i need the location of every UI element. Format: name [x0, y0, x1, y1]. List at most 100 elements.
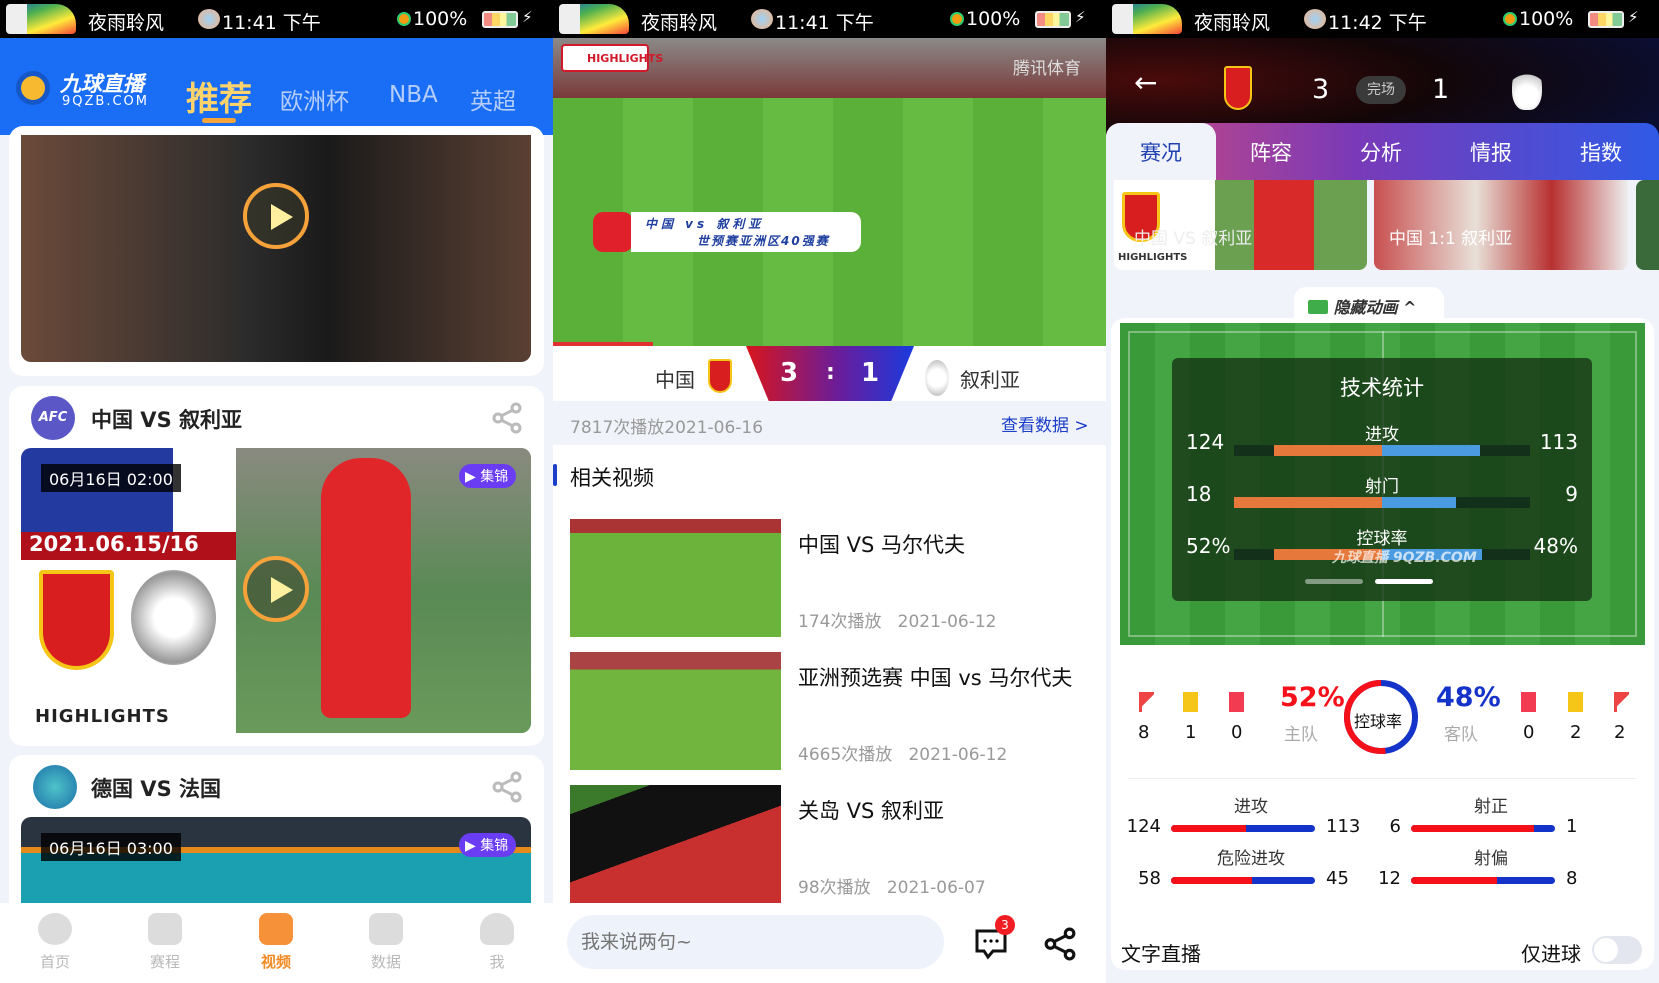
nav-home[interactable]: 首页	[20, 913, 90, 972]
video-player[interactable]: HIGHLIGHTS 腾讯体育 中国 vs 叙利亚 世预赛亚洲区40强赛	[553, 38, 1106, 346]
player-figure	[1254, 180, 1314, 270]
tab-match-status[interactable]: 赛况	[1106, 123, 1216, 180]
video-detail-screen: 夜雨聆风 11:41 下午 100% ⚡ HIGHLIGHTS 腾讯体育 中国 …	[553, 0, 1106, 983]
highlight-thumb[interactable]: HIGHLIGHTS 中国 VS 叙利亚	[1114, 180, 1367, 270]
away-yellow: 2	[1570, 722, 1582, 743]
share-icon[interactable]	[491, 771, 523, 803]
highlight-thumb[interactable]	[1636, 180, 1659, 270]
related-videos-title: 相关视频	[570, 466, 654, 490]
tab-analysis[interactable]: 分析	[1326, 137, 1436, 167]
video-thumbnail[interactable]: 06月16日 03:00 ▶ 集锦	[21, 817, 531, 917]
nav-label: 首页	[39, 953, 70, 971]
comment-input[interactable]	[567, 915, 944, 969]
data-icon	[369, 913, 403, 945]
text-live-title: 文字直播	[1121, 942, 1201, 966]
video-icon	[259, 913, 293, 945]
play-icon[interactable]	[243, 556, 309, 622]
tab-intel[interactable]: 情报	[1436, 137, 1546, 167]
battery-percent: 100%	[413, 8, 468, 30]
comparison-bar-home	[1411, 825, 1535, 832]
away-label: 客队	[1444, 725, 1478, 745]
nav-label: 我	[489, 953, 505, 971]
carrier-name: 夜雨聆风	[88, 12, 165, 34]
comparison-bar-home	[1171, 825, 1247, 832]
charging-icon: ⚡	[522, 8, 533, 26]
video-thumbnail[interactable]	[570, 519, 781, 637]
page-dot-active[interactable]	[1375, 579, 1433, 584]
share-icon[interactable]	[491, 402, 523, 434]
tech-stats-title: 技术统计	[1340, 376, 1424, 400]
nav-me[interactable]: 我	[462, 913, 532, 972]
battery-icon	[1588, 11, 1624, 28]
highlight-thumb[interactable]: 中国 1:1 叙利亚	[1374, 180, 1628, 270]
card-title[interactable]: 中国 VS 叙利亚	[91, 404, 242, 434]
clock: 11:41 下午	[775, 12, 874, 34]
play-icon[interactable]	[243, 183, 309, 249]
broadcaster-watermark: 腾讯体育	[1013, 59, 1081, 79]
yellow-card-icon	[1568, 692, 1583, 712]
video-thumbnail[interactable]: 2021.06.15/16 HIGHLIGHTS 06月16日 02:00 ▶ …	[21, 448, 531, 733]
balloon-icon	[198, 9, 220, 29]
overlay-date: 2021.06.15/16	[21, 532, 236, 560]
video-thumbnail[interactable]	[570, 785, 781, 903]
stat-home-value: 18	[1186, 482, 1212, 506]
tab-premier-league[interactable]: 英超	[470, 82, 516, 116]
video-card-nba	[9, 126, 544, 376]
back-arrow-icon[interactable]: ←	[1134, 66, 1157, 99]
tab-euro-cup[interactable]: 欧洲杯	[280, 82, 349, 116]
video-meta: 98次播放 2021-06-07	[798, 873, 986, 898]
match-detail-screen: 夜雨聆风 11:42 下午 100% ⚡ ← 3 完场 1 赛况 阵容 分析 情…	[1106, 0, 1659, 983]
video-meta: 4665次播放 2021-06-12	[798, 740, 1007, 765]
battery-percent: 100%	[1519, 8, 1574, 30]
section-marker	[553, 464, 557, 486]
syria-crest-icon	[925, 360, 949, 396]
related-video-item[interactable]: 亚洲预选赛 中国 vs 马尔代夫 4665次播放 2021-06-12	[570, 652, 1090, 772]
video-thumbnail[interactable]	[21, 135, 531, 362]
video-title: 亚洲预选赛 中国 vs 马尔代夫	[798, 666, 1073, 690]
clock: 11:41 下午	[222, 12, 321, 34]
bar-label: 进攻	[1234, 797, 1268, 817]
goals-only-toggle[interactable]	[1592, 936, 1642, 964]
carrier-name: 夜雨聆风	[641, 12, 718, 34]
card-title[interactable]: 德国 VS 法国	[91, 773, 221, 803]
comparison-bar	[1171, 825, 1315, 832]
tab-odds[interactable]: 指数	[1546, 137, 1656, 167]
brightness-icon	[1503, 12, 1517, 26]
euro-logo-icon	[33, 765, 77, 809]
away-possession: 48%	[1436, 682, 1501, 713]
away-team-crest-icon[interactable]	[1512, 64, 1542, 110]
stat-bar-home	[1274, 445, 1382, 456]
related-video-item[interactable]: 关岛 VS 叙利亚 98次播放 2021-06-07	[570, 785, 1090, 905]
related-video-item[interactable]: 中国 VS 马尔代夫 174次播放 2021-06-12	[570, 519, 1090, 639]
home-score: 3	[780, 358, 799, 388]
afc-logo-icon: AFC	[31, 396, 75, 440]
comment-count-badge: 3	[995, 915, 1015, 935]
thumb-caption: 中国 VS 叙利亚	[1134, 229, 1253, 249]
home-team-crest-icon[interactable]	[1224, 66, 1252, 110]
tab-nba[interactable]: NBA	[389, 82, 438, 108]
charging-icon: ⚡	[1075, 8, 1086, 26]
page-dot[interactable]	[1305, 579, 1363, 584]
view-data-link[interactable]: 查看数据 >	[1001, 411, 1089, 436]
share-icon[interactable]	[1043, 927, 1077, 961]
highlights-label: HIGHLIGHTS	[1118, 252, 1188, 263]
player-figure	[321, 458, 411, 718]
chevron-right-icon: >	[1074, 416, 1089, 436]
video-thumbnail[interactable]	[570, 652, 781, 770]
bar-home-value: 58	[1138, 868, 1161, 889]
pitch-animation: 技术统计 进攻 124 113 射门 18 9 控球率 52% 48% 九球直播…	[1120, 323, 1645, 645]
status-bar: 夜雨聆风 11:42 下午 100% ⚡	[1106, 0, 1659, 38]
home-score: 3	[1312, 74, 1330, 105]
video-date: 2021-06-12	[897, 612, 997, 632]
nav-video[interactable]: 视频	[241, 913, 311, 972]
tab-recommend[interactable]: 推荐	[186, 72, 252, 120]
nav-data[interactable]: 数据	[351, 913, 421, 972]
home-yellow: 1	[1185, 722, 1197, 743]
match-time: 06月16日 02:00	[41, 464, 181, 492]
active-tab-indicator	[202, 118, 236, 123]
caption-line1: 中国 vs 叙利亚	[645, 217, 765, 231]
tab-lineup[interactable]: 阵容	[1216, 137, 1326, 167]
bottom-nav: 首页 赛程 视频 数据 我	[0, 903, 553, 983]
nav-schedule[interactable]: 赛程	[130, 913, 200, 972]
bar-label: 射偏	[1474, 849, 1508, 869]
